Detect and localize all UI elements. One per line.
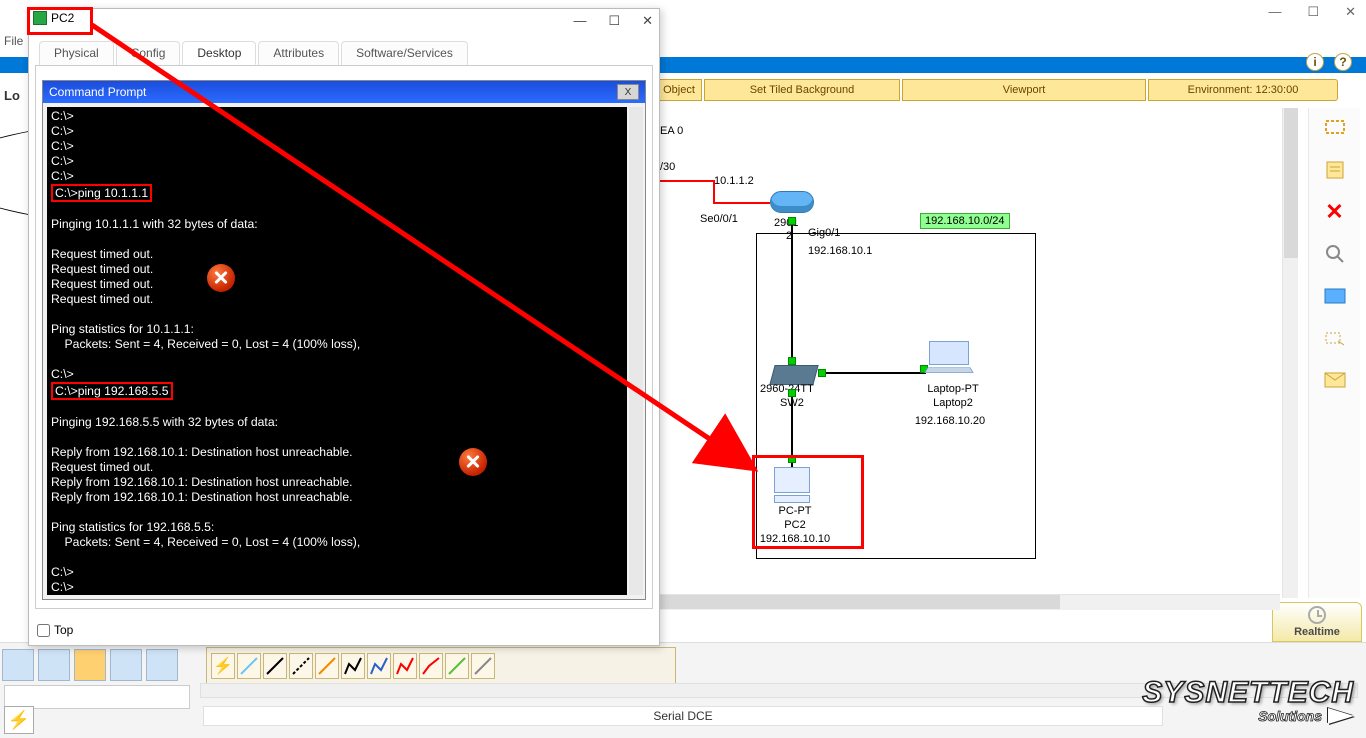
link-line	[826, 372, 926, 374]
connection-serial-dte-icon[interactable]	[419, 653, 443, 679]
top-checkbox-input[interactable]	[37, 624, 50, 637]
laptop-type-label: Laptop-PT	[908, 383, 998, 395]
top-checkbox-label: Top	[54, 623, 73, 637]
tab-software-services[interactable]: Software/Services	[341, 41, 468, 65]
laptop-icon[interactable]	[926, 341, 972, 374]
connection-phone-icon[interactable]	[341, 653, 365, 679]
device-category-icons	[2, 649, 178, 681]
connection-serial-dce-icon[interactable]	[393, 653, 417, 679]
file-menu[interactable]: File	[4, 34, 23, 48]
device-cat-icon[interactable]	[74, 649, 106, 681]
inspect-tool-icon[interactable]	[1321, 242, 1349, 266]
connection-cross-icon[interactable]	[289, 653, 313, 679]
pc2-close-button[interactable]: ✕	[642, 13, 653, 29]
auto-connect-button[interactable]: ⚡	[4, 706, 34, 734]
error-badge-icon	[207, 264, 235, 292]
connection-console-icon[interactable]	[237, 653, 261, 679]
device-cat-icon[interactable]	[38, 649, 70, 681]
device-cat-icon[interactable]	[110, 649, 142, 681]
link-status-dot	[788, 357, 796, 365]
main-maximize-button[interactable]: ☐	[1307, 4, 1319, 20]
tab-attributes[interactable]: Attributes	[258, 41, 339, 65]
ping-command-highlight: C:\>ping 192.168.5.5	[51, 382, 173, 400]
ospf-area-label: EA 0	[660, 125, 683, 137]
main-window-controls: — ☐ ✕	[1268, 4, 1356, 20]
link-status-dot	[818, 369, 826, 377]
pc2-tabs: Physical Config Desktop Attributes Softw…	[39, 41, 470, 65]
connection-coax-icon[interactable]	[367, 653, 391, 679]
router-icon[interactable]	[770, 191, 814, 213]
command-prompt-close-button[interactable]: X	[617, 84, 639, 100]
laptop-name-label: Laptop2	[908, 397, 998, 409]
help-icon[interactable]: ?	[1334, 53, 1352, 71]
pc2-window-controls: — ☐ ✕	[573, 13, 653, 29]
pc2-maximize-button[interactable]: ☐	[608, 13, 620, 29]
link-status-dot	[788, 217, 796, 225]
link-line	[791, 225, 793, 365]
shape-tool-icon[interactable]	[1321, 284, 1349, 308]
info-icon[interactable]: i	[1306, 53, 1324, 71]
connection-usb-icon[interactable]	[471, 653, 495, 679]
connection-scrollbar[interactable]	[200, 683, 1358, 698]
subnet-fragment-label: /30	[660, 161, 675, 173]
pc2-window-title: PC2	[33, 11, 74, 25]
link-status-dot	[788, 389, 796, 397]
set-tiled-background-button[interactable]: Set Tiled Background	[704, 79, 900, 101]
select-tool-icon[interactable]	[1321, 116, 1349, 140]
environment-button[interactable]: Environment: 12:30:00	[1148, 79, 1338, 101]
info-help-group: i ?	[1306, 53, 1352, 71]
device-cat-icon[interactable]	[2, 649, 34, 681]
note-tool-icon[interactable]	[1321, 158, 1349, 182]
workspace-vertical-scrollbar[interactable]	[1282, 108, 1298, 598]
laptop-ip-label: 192.168.10.20	[900, 415, 1000, 427]
command-prompt-title-text: Command Prompt	[49, 85, 146, 99]
connection-fiber-icon[interactable]	[315, 653, 339, 679]
connection-selected-label: Serial DCE	[203, 706, 1163, 726]
command-prompt-window: Command Prompt X C:\> C:\> C:\> C:\> C:\…	[42, 80, 646, 600]
connection-auto-icon[interactable]: ⚡	[211, 653, 235, 679]
main-minimize-button[interactable]: —	[1268, 4, 1281, 20]
command-prompt-output[interactable]: C:\> C:\> C:\> C:\> C:\> C:\>ping 10.1.1…	[47, 107, 627, 595]
pc-window-icon	[33, 11, 47, 25]
command-prompt-titlebar[interactable]: Command Prompt X	[43, 81, 645, 103]
viewport-button[interactable]: Viewport	[902, 79, 1146, 101]
network-tag: 192.168.10.0/24	[920, 213, 1010, 229]
realtime-tab[interactable]: Realtime	[1272, 602, 1362, 642]
secondary-toolbar: Object Set Tiled Background Viewport Env…	[656, 79, 1340, 101]
tab-physical[interactable]: Physical	[39, 41, 114, 65]
pc2-tab-body: Command Prompt X C:\> C:\> C:\> C:\> C:\…	[35, 65, 653, 609]
main-close-button[interactable]: ✕	[1345, 4, 1356, 20]
connection-types-strip: ⚡	[206, 647, 676, 685]
message-tool-icon[interactable]	[1321, 368, 1349, 392]
switch-icon[interactable]	[769, 365, 818, 385]
resize-tool-icon[interactable]	[1321, 326, 1349, 350]
pc2-minimize-button[interactable]: —	[573, 13, 586, 29]
always-on-top-checkbox[interactable]: Top	[37, 623, 73, 637]
tab-config[interactable]: Config	[116, 41, 181, 65]
device-type-panel: ⚡ ⚡ Serial DCE	[0, 642, 1366, 738]
new-object-button[interactable]: Object	[656, 79, 702, 101]
pc2-config-window: PC2 — ☐ ✕ Physical Config Desktop Attrib…	[28, 8, 660, 646]
delete-tool-icon[interactable]: ✕	[1321, 200, 1349, 224]
connection-octal-icon[interactable]	[445, 653, 469, 679]
switch-model-label: 2960-24TT	[760, 383, 814, 395]
device-cat-icon[interactable]	[146, 649, 178, 681]
connection-straight-icon[interactable]	[263, 653, 287, 679]
serial-link-line	[654, 179, 774, 219]
right-tool-palette: ✕	[1308, 108, 1360, 598]
command-prompt-scrollbar[interactable]	[629, 107, 643, 595]
tab-desktop[interactable]: Desktop	[182, 41, 256, 65]
error-badge-icon	[459, 448, 487, 476]
logical-tab-fragment[interactable]: Lo	[4, 88, 20, 103]
clock-icon	[1308, 606, 1326, 624]
pc2-title-text: PC2	[51, 11, 74, 25]
pc2-highlight-box	[752, 455, 864, 549]
ping-command-highlight: C:\>ping 10.1.1.1	[51, 184, 152, 202]
realtime-label: Realtime	[1294, 626, 1340, 638]
